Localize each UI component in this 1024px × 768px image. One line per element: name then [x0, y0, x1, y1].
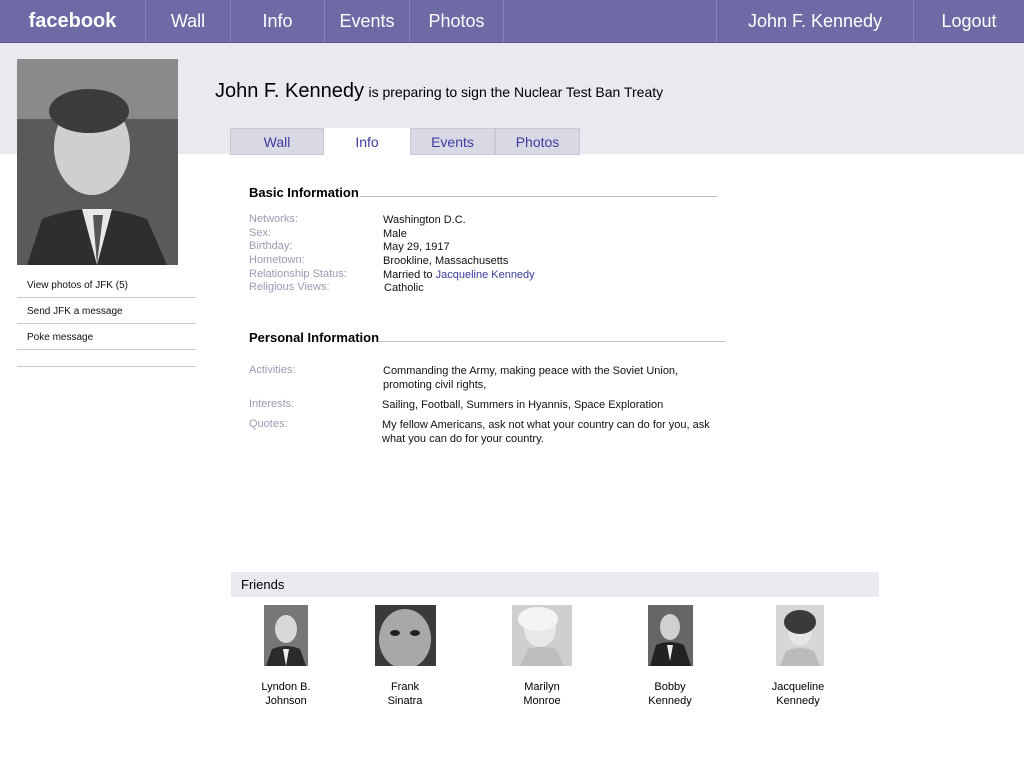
status-text: is preparing to sign the Nuclear Test Ba… [368, 84, 664, 100]
facebook-logo[interactable]: facebook [0, 0, 146, 42]
relationship-value: Married to Jacqueline Kennedy [383, 268, 535, 282]
friend-first-name: Lyndon B. [261, 681, 311, 693]
tab-photos[interactable]: Photos [495, 128, 580, 155]
networks-label: Networks: [249, 213, 298, 225]
friend-photo-bobby[interactable] [648, 605, 693, 666]
friend-photo-jacqueline[interactable] [776, 605, 824, 666]
friend-first-name: Bobby [654, 681, 686, 693]
top-navigation-bar: facebook Wall Info Events Photos John F.… [0, 0, 1024, 43]
nav-user-name[interactable]: John F. Kennedy [716, 0, 914, 42]
send-message-link[interactable]: Send JFK a message [17, 299, 196, 324]
friend-last-name: Kennedy [648, 695, 692, 707]
interests-label: Interests: [249, 398, 295, 410]
friend-name-bobby[interactable]: Bobby Kennedy [625, 680, 715, 708]
tab-wall[interactable]: Wall [230, 128, 324, 155]
logout-button[interactable]: Logout [914, 0, 1024, 42]
basic-info-title: Basic Information [249, 185, 359, 200]
friend-name-monroe[interactable]: Marilyn Monroe [497, 680, 587, 708]
activities-label: Activities: [249, 364, 296, 376]
profile-name: John F. Kennedy [215, 80, 364, 102]
friend-name-lbj[interactable]: Lyndon B. Johnson [241, 680, 331, 708]
nav-photos[interactable]: Photos [410, 0, 504, 42]
nav-info[interactable]: Info [231, 0, 325, 42]
sidebar-divider [17, 366, 196, 367]
nav-wall[interactable]: Wall [146, 0, 231, 42]
friend-last-name: Monroe [523, 695, 561, 707]
activities-value: Commanding the Army, making peace with t… [383, 365, 679, 391]
birthday-label: Birthday: [249, 240, 293, 252]
friend-photo-lbj[interactable] [264, 605, 308, 666]
religion-value: Catholic [384, 282, 424, 294]
friend-photo-sinatra[interactable] [375, 605, 436, 666]
tab-info[interactable]: Info [324, 128, 410, 155]
sex-value: Male [383, 228, 407, 240]
hometown-value: Brookline, Massachusetts [383, 255, 509, 267]
hometown-label: Hometown: [249, 254, 305, 266]
quotes-label: Quotes: [249, 418, 288, 430]
profile-status: John F. Kennedy is preparing to sign the… [215, 80, 663, 103]
friend-name-sinatra[interactable]: Frank Sinatra [360, 680, 450, 708]
profile-photo[interactable] [17, 59, 178, 265]
nav-events[interactable]: Events [325, 0, 410, 42]
personal-info-divider [379, 341, 725, 342]
basic-info-divider [360, 196, 717, 197]
spouse-link[interactable]: Jacqueline Kennedy [436, 269, 535, 281]
friends-header: Friends [231, 572, 879, 597]
friend-first-name: Frank [390, 681, 420, 693]
religion-label: Religious Views: [249, 281, 330, 293]
sex-label: Sex: [249, 227, 272, 239]
networks-value: Washington D.C. [383, 214, 466, 226]
friend-name-jacqueline[interactable]: Jacqueline Kennedy [753, 680, 843, 708]
friend-first-name: Jacqueline [771, 681, 825, 693]
relationship-label: Relationship Status: [249, 268, 347, 280]
poke-link[interactable]: Poke message [17, 325, 196, 350]
personal-info-title: Personal Information [249, 330, 380, 345]
view-photos-link[interactable]: View photos of JFK (5) [17, 273, 196, 298]
tab-events[interactable]: Events [410, 128, 495, 155]
relationship-text: Married to [383, 269, 433, 281]
friend-last-name: Kennedy [776, 695, 820, 707]
friend-photo-monroe[interactable] [512, 605, 572, 666]
interests-value: Sailing, Football, Summers in Hyannis, S… [382, 399, 664, 411]
friend-last-name: Johnson [265, 695, 307, 707]
friend-last-name: Sinatra [387, 695, 423, 707]
quotes-value: My fellow Americans, ask not what your c… [382, 419, 710, 445]
birthday-value: May 29, 1917 [383, 241, 450, 253]
friend-first-name: Marilyn [524, 681, 560, 693]
